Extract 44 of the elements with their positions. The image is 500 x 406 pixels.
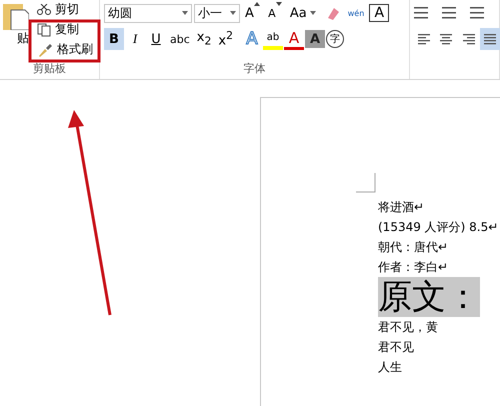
body-text: 君不见 [378, 339, 414, 356]
phonetic-guide-button[interactable]: wén [344, 2, 368, 24]
format-button[interactable]: U [146, 28, 166, 50]
format-button[interactable]: abc [167, 28, 193, 50]
align-center-icon [439, 33, 453, 45]
up-arrow-icon [254, 2, 260, 6]
caret-icon [230, 11, 236, 15]
painter-button[interactable]: 格式刷 [35, 40, 95, 59]
format-button[interactable]: x$^{2}$ [215, 28, 236, 50]
body-text: 君不见，黄 [378, 319, 438, 336]
paintbrush-icon [37, 42, 53, 56]
down-arrow-icon [276, 2, 282, 6]
grow-font-button[interactable]: A [242, 2, 263, 24]
group-label: 字体 [242, 61, 266, 77]
format-button[interactable]: I [125, 28, 145, 50]
body-text: 作者：李白↵ [378, 259, 448, 276]
heading-text: 原文： [378, 277, 480, 317]
format-button[interactable]: B [104, 28, 124, 50]
align-right-icon [461, 33, 475, 45]
character-border-button[interactable]: A [369, 4, 390, 22]
align-justify-button[interactable] [480, 28, 500, 50]
character-shading-button[interactable]: A [304, 30, 325, 48]
change-case-button[interactable]: Aa [286, 2, 319, 24]
highlight-button[interactable]: ab [262, 28, 283, 50]
body-text: 人生 [378, 359, 402, 376]
font-name-field[interactable]: 幼圆 [104, 4, 192, 22]
font-size-field[interactable]: 小一 [194, 4, 240, 22]
paste-button[interactable]: 贴 [0, 0, 29, 61]
cut-button[interactable]: 剪切 [35, 0, 95, 19]
margin-corner-mark [356, 173, 376, 193]
caret-icon [310, 11, 316, 15]
group-label: 剪贴板 [32, 61, 67, 77]
enclose-character-button[interactable]: 字 [326, 30, 344, 48]
copy-button[interactable]: 复制 [35, 20, 95, 39]
copy-icon [37, 22, 51, 36]
body-text: 朝代：唐代↵ [378, 239, 448, 256]
body-text: 将进酒↵ [378, 199, 424, 216]
align-left-icon [417, 33, 431, 45]
align-justify-icon [483, 33, 497, 45]
format-button[interactable]: x$_{2}$ [194, 28, 214, 50]
scissors-icon [37, 4, 51, 16]
caret-icon [182, 11, 188, 15]
shrink-font-button[interactable]: A [264, 2, 285, 24]
body-text: (15349 人评分) 8.5↵ [378, 219, 498, 236]
